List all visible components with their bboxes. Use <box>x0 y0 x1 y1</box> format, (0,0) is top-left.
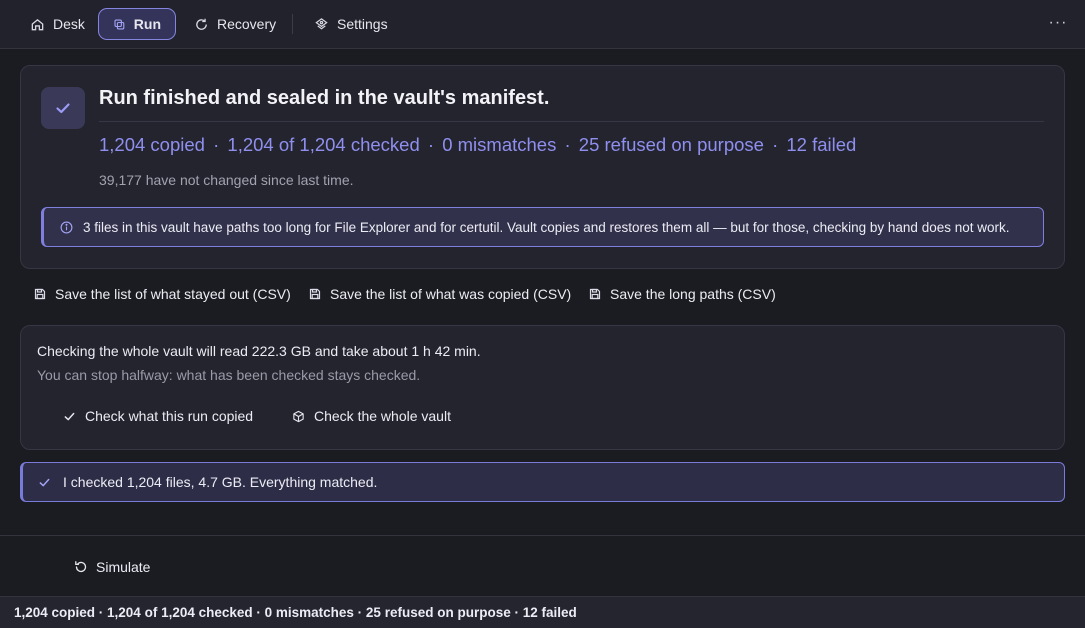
save-stayed-out-button[interactable]: Save the list of what stayed out (CSV) <box>34 284 291 304</box>
unchanged-count: 39,177 have not changed since last time. <box>99 172 354 188</box>
rewind-icon <box>75 561 87 573</box>
floppy-disk-icon <box>309 288 321 300</box>
more-options-button[interactable]: ··· <box>1048 14 1068 34</box>
stat-copied: 1,204 copied <box>99 134 205 155</box>
long-paths-notice: 3 files in this vault have paths too lon… <box>41 207 1044 247</box>
nav-divider <box>292 14 293 34</box>
stat-separator: · <box>427 134 435 155</box>
save-long-paths-label: Save the long paths (CSV) <box>610 286 776 302</box>
stat-separator: · <box>772 134 779 155</box>
stat-checked: 1,204 of 1,204 checked <box>227 134 420 155</box>
verification-estimate: Checking the whole vault will read 222.3… <box>37 343 481 359</box>
stat-separator: · <box>213 134 220 155</box>
top-nav-bar: Desk Run Recovery Settings ··· <box>0 0 1085 49</box>
stat-refused: 25 refused on purpose <box>578 134 764 155</box>
tab-desk-label: Desk <box>53 16 85 32</box>
save-copied-button[interactable]: Save the list of what was copied (CSV) <box>309 284 571 304</box>
tab-recovery[interactable]: Recovery <box>180 8 290 40</box>
stat-mismatches: 0 mismatches <box>442 134 557 155</box>
verification-result-text: I checked 1,204 files, 4.7 GB. Everythin… <box>63 474 378 490</box>
checkmark-icon <box>39 478 50 486</box>
refresh-icon <box>196 18 207 30</box>
success-badge <box>41 87 85 129</box>
footer-divider <box>0 535 1085 536</box>
title-divider <box>99 121 1044 122</box>
floppy-disk-icon <box>34 288 46 300</box>
check-vault-label: Check the whole vault <box>314 408 451 424</box>
floppy-disk-icon <box>589 288 601 300</box>
run-summary-title: Run finished and sealed in the vault's m… <box>99 87 550 109</box>
status-bar: 1,204 copied · 1,204 of 1,204 checked · … <box>0 596 1085 628</box>
tab-run-label: Run <box>133 16 161 32</box>
simulate-label: Simulate <box>96 559 151 575</box>
tab-settings-label: Settings <box>337 16 388 32</box>
run-stats: 1,204 copied · 1,204 of 1,204 checked · … <box>99 134 856 156</box>
checkmark-icon <box>56 103 70 114</box>
settings-icon <box>315 17 328 29</box>
save-stayed-out-label: Save the list of what stayed out (CSV) <box>55 286 291 302</box>
verification-result-banner: I checked 1,204 files, 4.7 GB. Everythin… <box>20 462 1065 502</box>
save-long-paths-button[interactable]: Save the long paths (CSV) <box>589 284 776 304</box>
stat-separator: · <box>564 134 571 155</box>
stat-failed: 12 failed <box>786 134 857 155</box>
tab-recovery-label: Recovery <box>217 16 277 32</box>
tab-run[interactable]: Run <box>98 8 176 40</box>
cube-icon <box>293 410 304 422</box>
check-run-label: Check what this run copied <box>85 408 254 424</box>
save-copied-label: Save the list of what was copied (CSV) <box>330 286 572 302</box>
tab-desk[interactable]: Desk <box>16 8 99 40</box>
checkmark-icon <box>64 412 75 420</box>
home-icon <box>31 18 44 30</box>
long-paths-notice-text: 3 files in this vault have paths too lon… <box>83 219 1010 235</box>
status-bar-text: 1,204 copied · 1,204 of 1,204 checked · … <box>14 605 577 620</box>
check-vault-button[interactable]: Check the whole vault <box>292 406 451 426</box>
check-run-button[interactable]: Check what this run copied <box>63 406 253 426</box>
simulate-button[interactable]: Simulate <box>74 557 150 577</box>
tab-settings[interactable]: Settings <box>300 8 402 40</box>
verification-hint: You can stop halfway: what has been chec… <box>37 367 421 383</box>
copy-icon <box>114 19 125 29</box>
info-icon <box>60 221 73 233</box>
